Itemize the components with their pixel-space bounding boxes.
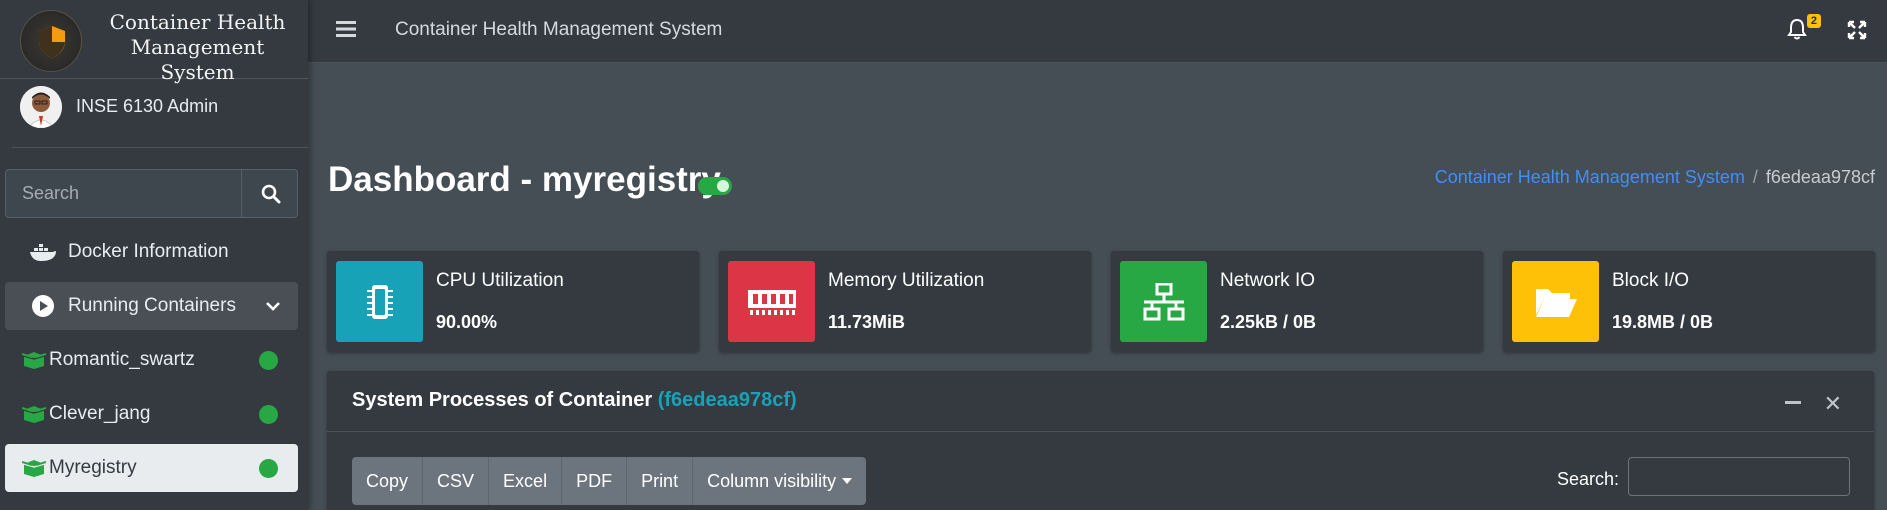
system-processes-card: System Processes of Container (f6edeaa97…: [327, 371, 1874, 510]
cpu-chip-icon: [336, 261, 423, 342]
info-box-value: 19.8MB / 0B: [1612, 312, 1714, 332]
excel-button[interactable]: Excel: [489, 457, 563, 505]
collapse-card-button[interactable]: [1785, 401, 1801, 404]
info-box-value: 11.73MiB: [828, 312, 906, 332]
status-dot: [259, 404, 278, 424]
brand-title-line1: Container Health: [109, 10, 286, 34]
user-panel[interactable]: INSE 6130 Admin: [12, 80, 308, 148]
copy-button[interactable]: Copy: [352, 457, 424, 505]
brand-title-line2: Management System: [130, 35, 265, 84]
breadcrumb-current: f6edeaa978cf: [1765, 167, 1875, 187]
close-card-button[interactable]: ✕: [1824, 391, 1842, 417]
docker-icon: [22, 242, 64, 262]
hamburger-icon: [336, 21, 356, 37]
info-box-block-io: Block I/O 19.8MB / 0B: [1503, 251, 1875, 352]
fullscreen-button[interactable]: [1847, 20, 1867, 45]
export-button-group: Copy CSV Excel PDF Print Column visibili…: [352, 457, 867, 505]
card-title-text: System Processes of Container: [352, 389, 653, 411]
brand-title: Container Health Management System: [95, 10, 300, 85]
column-visibility-label: Column visibility: [707, 470, 837, 491]
box-icon: [19, 405, 49, 423]
sidebar-item-label: Docker Information: [68, 241, 229, 262]
sidebar-item-label: Romantic_swartz: [49, 349, 195, 370]
sidebar-item-romantic-swartz[interactable]: Romantic_swartz: [5, 336, 298, 384]
card-title: System Processes of Container (f6edeaa97…: [352, 389, 797, 412]
sidebar-search: [5, 169, 298, 218]
user-name[interactable]: INSE 6130 Admin: [76, 96, 218, 117]
info-box-label: Network IO: [1220, 270, 1316, 291]
box-icon: [19, 351, 49, 369]
bell-icon: [1787, 18, 1807, 40]
info-box-memory: Memory Utilization 11.73MiB: [719, 251, 1091, 352]
page-title: Dashboard - myregistry: [328, 160, 721, 199]
folder-open-icon: [1512, 261, 1599, 342]
avatar: [20, 86, 62, 128]
info-box-label: CPU Utilization: [436, 270, 564, 291]
search-button[interactable]: [243, 170, 298, 217]
chevron-down-icon[interactable]: [266, 295, 280, 317]
menu-toggle-button[interactable]: [336, 20, 356, 43]
search-icon: [261, 184, 280, 203]
card-container-id: (f6edeaa978cf): [657, 389, 797, 411]
csv-button[interactable]: CSV: [423, 457, 490, 505]
notifications-button[interactable]: [1787, 18, 1807, 45]
sidebar-item-docker-information[interactable]: Docker Information: [5, 228, 298, 276]
caret-down-icon: [842, 478, 853, 484]
navbar-title[interactable]: Container Health Management System: [395, 19, 722, 41]
status-dot: [259, 458, 278, 478]
breadcrumb-home-link[interactable]: Container Health Management System: [1435, 167, 1745, 187]
card-header: System Processes of Container (f6edeaa97…: [327, 371, 1874, 432]
sidebar-item-myregistry[interactable]: Myregistry: [5, 444, 298, 492]
print-button[interactable]: Print: [627, 457, 694, 505]
brand-logo: [20, 10, 82, 72]
search-input[interactable]: [6, 170, 242, 217]
sidebar-item-label: Myregistry: [49, 457, 137, 478]
status-toggle[interactable]: [698, 177, 732, 195]
breadcrumb: Container Health Management System / f6ede…: [1434, 167, 1875, 187]
expand-arrows-icon: [1847, 20, 1867, 40]
info-box-value: 2.25kB / 0B: [1220, 312, 1317, 332]
info-box-label: Block I/O: [1612, 270, 1690, 291]
info-box-network: Network IO 2.25kB / 0B: [1111, 251, 1483, 352]
info-box-cpu: CPU Utilization 90.00%: [327, 251, 699, 352]
column-visibility-button[interactable]: Column visibility: [693, 457, 866, 505]
sidebar-item-clever-jang[interactable]: Clever_jang: [5, 390, 298, 438]
top-navbar: Container Health Management System 2: [308, 0, 1887, 63]
info-box-label: Memory Utilization: [828, 270, 985, 291]
table-search-input[interactable]: [1628, 457, 1850, 496]
sidebar-item-running-containers[interactable]: Running Containers: [5, 282, 298, 330]
status-dot: [259, 350, 278, 370]
sidebar-item-label: Clever_jang: [49, 403, 151, 424]
table-search-label: Search:: [1556, 469, 1619, 489]
memory-icon: [728, 261, 815, 342]
info-box-value: 90.00%: [436, 312, 498, 332]
sidebar: Container Health Management System INSE …: [0, 0, 308, 510]
sidebar-item-label: Running Containers: [68, 295, 236, 316]
box-icon: [19, 459, 49, 477]
notification-count-badge: 2: [1806, 14, 1821, 28]
network-icon: [1120, 261, 1207, 342]
pdf-button[interactable]: PDF: [562, 457, 628, 505]
brand[interactable]: Container Health Management System: [0, 0, 308, 84]
play-circle-icon: [22, 294, 64, 318]
